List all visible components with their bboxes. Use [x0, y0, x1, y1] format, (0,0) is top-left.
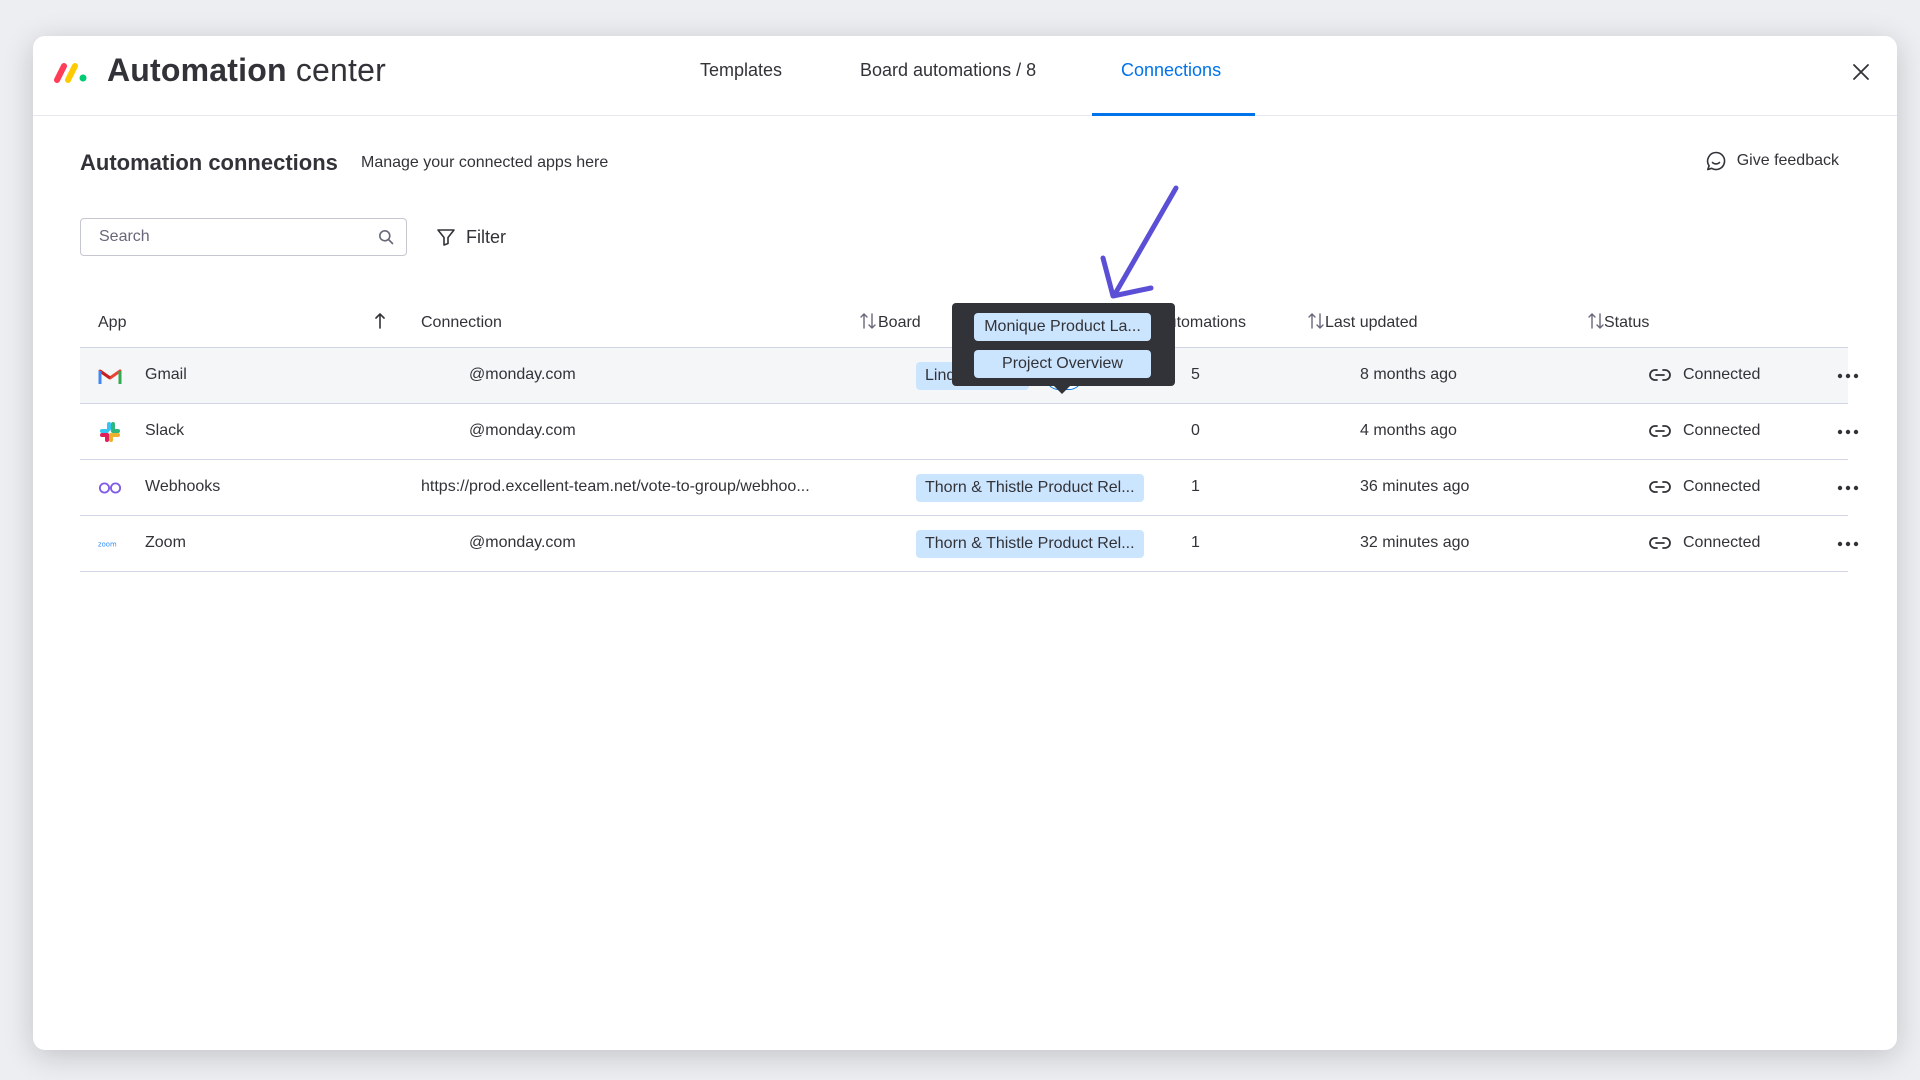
- table-row[interactable]: Webhooks https://prod.excellent-team.net…: [80, 460, 1859, 516]
- more-dots-icon: [1837, 429, 1859, 435]
- section-title: Automation connections: [80, 150, 338, 175]
- more-dots-icon: [1837, 541, 1859, 547]
- more-dots-icon: [1837, 373, 1859, 379]
- tooltip-board-chip[interactable]: Project Overview: [974, 350, 1151, 378]
- app-name: Zoom: [145, 534, 186, 551]
- board-chip[interactable]: Thorn & Thistle Product Rel...: [916, 474, 1144, 502]
- slack-icon: [98, 420, 122, 444]
- status-label: Connected: [1683, 422, 1761, 439]
- link-icon: [1649, 481, 1671, 493]
- automations-count: 1: [1191, 478, 1200, 495]
- tab-board-automations[interactable]: Board automations / 8: [860, 60, 1036, 81]
- app-name: Gmail: [145, 366, 187, 383]
- column-status: Status: [1604, 314, 1650, 331]
- board-chip[interactable]: Thorn & Thistle Product Rel...: [916, 530, 1144, 558]
- column-connection: Connection: [421, 314, 502, 331]
- column-boards: Board: [878, 314, 921, 331]
- modal-header: Automation center Templates Board automa…: [33, 36, 1897, 116]
- status-label: Connected: [1683, 478, 1761, 495]
- app-name: Slack: [145, 422, 185, 439]
- automations-count: 5: [1191, 366, 1200, 383]
- status-cell: Connected: [1649, 478, 1760, 496]
- tab-connections[interactable]: Connections: [1121, 60, 1221, 81]
- sort-icon[interactable]: [1308, 312, 1324, 335]
- tooltip-board-chip[interactable]: Monique Product La...: [974, 313, 1151, 341]
- app-name: Webhooks: [145, 478, 221, 495]
- last-updated: 36 minutes ago: [1360, 478, 1470, 495]
- link-icon: [1649, 537, 1671, 549]
- search-input[interactable]: [99, 228, 378, 246]
- more-dots-icon: [1837, 485, 1859, 491]
- search-icon: [379, 230, 394, 245]
- more-options-button[interactable]: [1833, 530, 1863, 558]
- tab-templates[interactable]: Templates: [700, 60, 782, 81]
- svg-text:zoom: zoom: [98, 541, 117, 549]
- connection-value: @monday.com: [469, 422, 576, 439]
- column-last-updated: Last updated: [1325, 314, 1418, 331]
- filter-label: Filter: [466, 226, 506, 247]
- sort-icon[interactable]: [860, 312, 876, 335]
- column-app: App: [98, 314, 127, 331]
- title-bold: Automation: [107, 52, 287, 88]
- filter-button[interactable]: Filter: [436, 220, 506, 254]
- status-label: Connected: [1683, 366, 1761, 383]
- link-icon: [1649, 369, 1671, 381]
- modal-title: Automation center: [107, 52, 386, 89]
- connection-value: @monday.com: [469, 534, 576, 551]
- boards-tooltip: Monique Product La... Project Overview: [952, 303, 1175, 394]
- annotation-arrow-icon: [1100, 185, 1179, 299]
- sort-icon[interactable]: [1588, 312, 1604, 335]
- feedback-icon: [1706, 151, 1726, 171]
- link-icon: [1649, 425, 1671, 437]
- more-options-button[interactable]: [1833, 418, 1863, 446]
- webhooks-icon: [98, 476, 122, 500]
- table-row[interactable]: zoom Zoom @monday.com Thorn & Thistle Pr…: [80, 516, 1859, 572]
- status-label: Connected: [1683, 534, 1761, 551]
- connection-value: @monday.com: [469, 366, 576, 383]
- automations-count: 0: [1191, 422, 1200, 439]
- monday-logo: [54, 63, 87, 83]
- search-box: [80, 218, 407, 256]
- gmail-icon: [98, 364, 122, 388]
- close-button[interactable]: [1845, 56, 1877, 88]
- last-updated: 4 months ago: [1360, 422, 1457, 439]
- filter-icon: [437, 229, 455, 246]
- automations-count: 1: [1191, 534, 1200, 551]
- automation-center-modal: Automation center Templates Board automa…: [33, 36, 1897, 1050]
- status-cell: Connected: [1649, 534, 1760, 552]
- status-cell: Connected: [1649, 366, 1760, 384]
- section-subtitle: Manage your connected apps here: [361, 154, 609, 171]
- give-feedback-button[interactable]: Give feedback: [1705, 150, 1839, 172]
- give-feedback-label: Give feedback: [1736, 152, 1839, 169]
- status-cell: Connected: [1649, 422, 1760, 440]
- active-tab-indicator: [1092, 113, 1255, 116]
- more-options-button[interactable]: [1833, 362, 1863, 390]
- table-row[interactable]: Slack @monday.com 0 4 months ago Connect…: [80, 404, 1859, 460]
- zoom-icon: zoom: [98, 532, 122, 556]
- last-updated: 8 months ago: [1360, 366, 1457, 383]
- last-updated: 32 minutes ago: [1360, 534, 1470, 551]
- close-icon: [1853, 64, 1869, 80]
- more-options-button[interactable]: [1833, 474, 1863, 502]
- connection-value: https://prod.excellent-team.net/vote-to-…: [421, 478, 810, 495]
- title-light: center: [295, 52, 386, 88]
- sort-asc-icon[interactable]: [373, 312, 387, 335]
